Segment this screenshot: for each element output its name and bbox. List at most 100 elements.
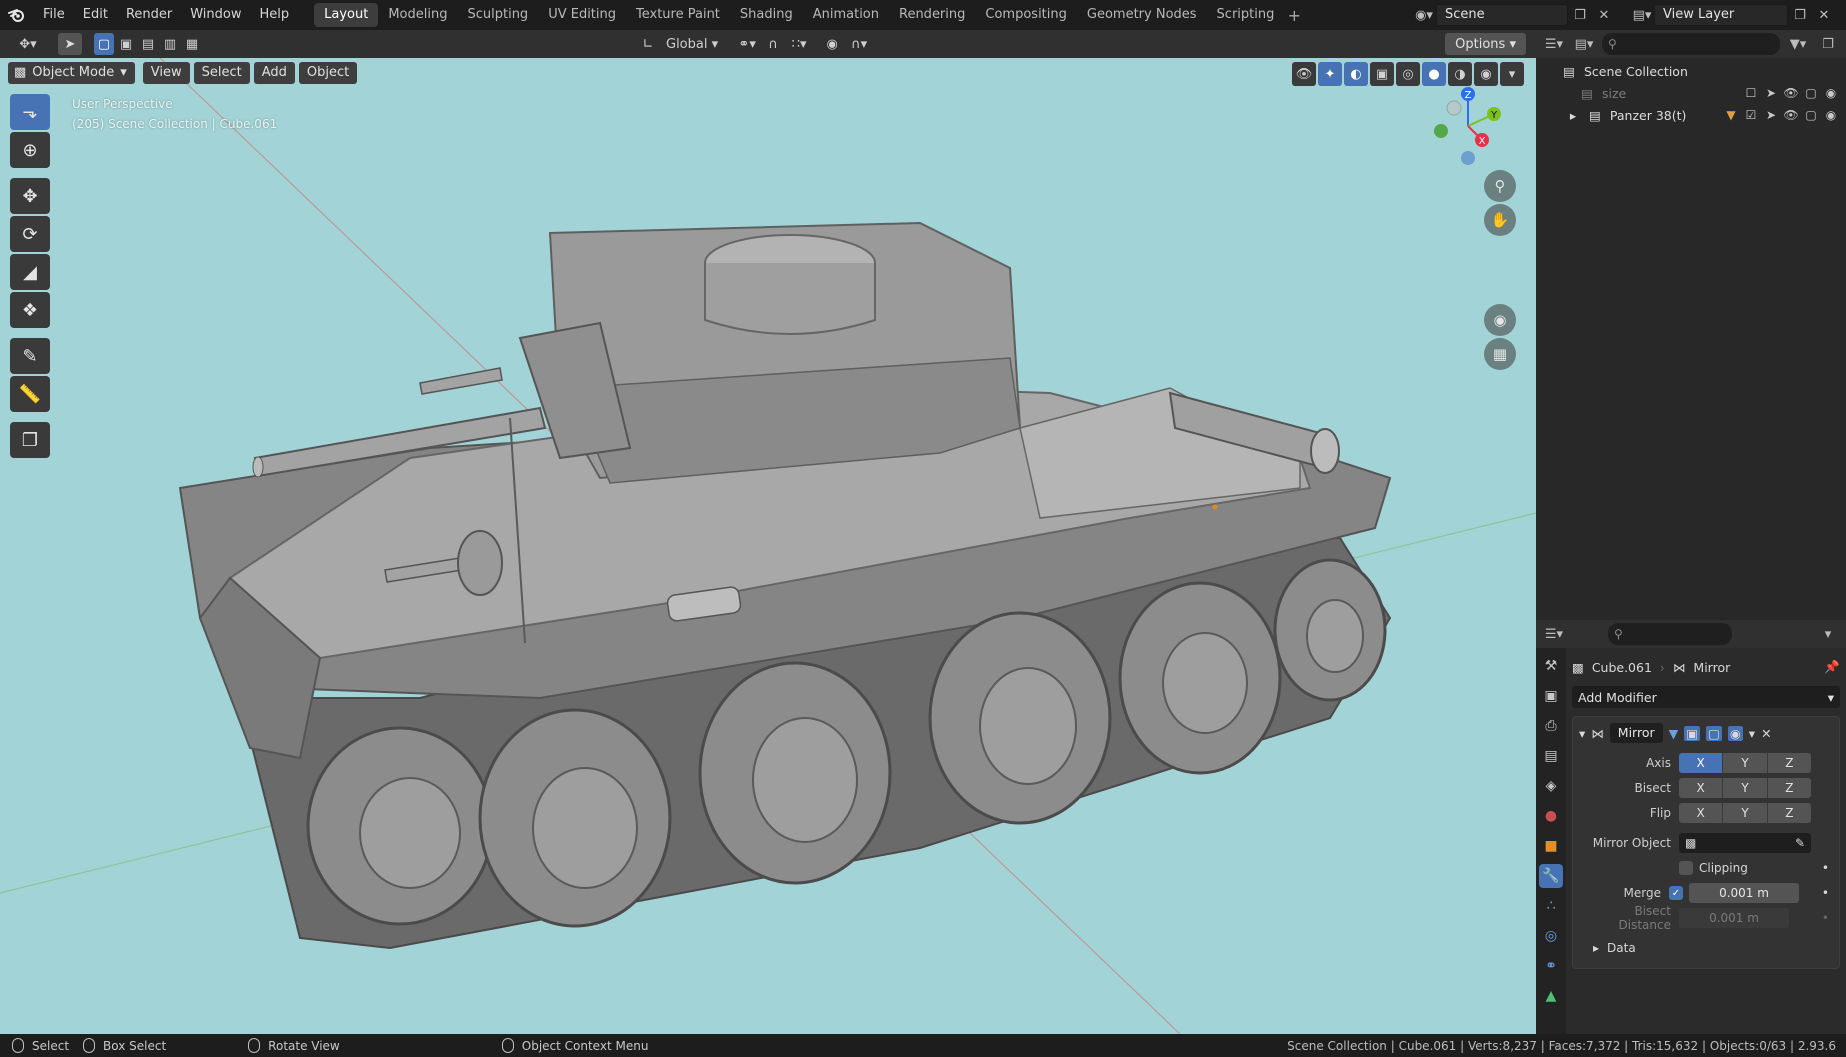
3d-viewport[interactable]: ▩ Object Mode ▾ View Select Add Object U… <box>0 58 1536 1034</box>
object-menu[interactable]: Object <box>298 62 358 84</box>
tab-geometry-nodes[interactable]: Geometry Nodes <box>1077 3 1207 27</box>
view-layer-tab-icon[interactable]: ▤ <box>1539 744 1563 768</box>
camera-icon[interactable]: ◉ <box>1824 86 1838 100</box>
view-menu[interactable]: View <box>142 62 190 84</box>
rendered-shading-icon[interactable]: ◉ <box>1474 62 1498 86</box>
data-subpanel-header[interactable]: ▸ Data <box>1579 936 1833 960</box>
render-tab-icon[interactable]: ▣ <box>1539 684 1563 708</box>
bisect-x-toggle[interactable]: X <box>1679 778 1724 798</box>
properties-options-icon[interactable]: ▾ <box>1816 623 1840 645</box>
outliner-item-size[interactable]: ▤ size ☐ ➤ 👁 ▢ ◉ <box>1536 82 1846 104</box>
xray-toggle-icon[interactable]: ▣ <box>1370 62 1394 86</box>
tab-sculpting[interactable]: Sculpting <box>457 3 538 27</box>
bisect-y-toggle[interactable]: Y <box>1723 778 1768 798</box>
keyframe-dot-icon[interactable]: • <box>1822 886 1829 900</box>
eyedropper-icon[interactable]: ✎ <box>1795 836 1805 850</box>
scene-name-field[interactable]: Scene <box>1436 4 1568 26</box>
add-menu[interactable]: Add <box>253 62 295 84</box>
transform-orientation-icon[interactable]: ∟ <box>634 33 662 55</box>
axis-z-toggle[interactable]: Z <box>1767 753 1811 773</box>
measure-tool-icon[interactable]: 📏 <box>10 376 50 412</box>
select-extend-icon[interactable]: ▣ <box>116 33 136 55</box>
edit-mode-toggle-icon[interactable]: ▼ <box>1669 726 1679 741</box>
snap-icon[interactable]: ∩ <box>762 33 784 55</box>
render-toggle-icon[interactable]: ◉ <box>1727 725 1743 741</box>
menu-file[interactable]: File <box>34 0 74 30</box>
scene-tab-icon[interactable]: ◈ <box>1539 774 1563 798</box>
select-menu[interactable]: Select <box>193 62 250 84</box>
selectable-arrow-icon[interactable]: ➤ <box>1764 86 1778 100</box>
particles-tab-icon[interactable]: ∴ <box>1539 894 1563 918</box>
delete-scene-icon[interactable]: ✕ <box>1592 4 1616 26</box>
camera-view-icon[interactable]: ◉ <box>1484 304 1516 336</box>
camera-icon[interactable]: ◉ <box>1824 108 1838 122</box>
visibility-icon[interactable]: 👁 <box>1292 62 1316 86</box>
view-layer-name-field[interactable]: View Layer <box>1654 4 1788 26</box>
editor-type-icon[interactable]: ✥▾ <box>8 33 48 55</box>
select-tool-icon[interactable]: ➤ <box>58 33 82 55</box>
constraints-tab-icon[interactable]: ⚭ <box>1539 954 1563 978</box>
view-layer-icon[interactable]: ▤▾ <box>1630 4 1654 26</box>
axis-y-toggle[interactable]: Y <box>1723 753 1768 773</box>
annotate-tool-icon[interactable]: ✎ <box>10 338 50 374</box>
delete-view-layer-icon[interactable]: ✕ <box>1812 4 1836 26</box>
zoom-icon[interactable]: ⚲ <box>1484 170 1516 202</box>
cage-toggle-icon[interactable]: ▣ <box>1684 725 1701 741</box>
select-subtract-icon[interactable]: ▤ <box>138 33 158 55</box>
select-intersect-icon[interactable]: ▦ <box>182 33 202 55</box>
scale-tool-icon[interactable]: ◢ <box>10 254 50 290</box>
blender-logo-icon[interactable] <box>0 0 34 30</box>
selectable-arrow-icon[interactable]: ➤ <box>1764 108 1778 122</box>
select-box-tool-icon[interactable]: ⬎ <box>10 94 50 130</box>
collapse-arrow-icon[interactable]: ▾ <box>1579 726 1585 741</box>
realtime-toggle-icon[interactable]: ▢ <box>1706 725 1722 741</box>
options-dropdown[interactable]: Options ▾ <box>1445 33 1526 55</box>
tab-animation[interactable]: Animation <box>803 3 889 27</box>
menu-window[interactable]: Window <box>181 0 250 30</box>
close-icon[interactable]: ✕ <box>1761 726 1771 741</box>
scene-collection-row[interactable]: ▤ Scene Collection <box>1536 60 1846 82</box>
transform-orientation-dropdown[interactable]: Global ▾ <box>662 33 722 55</box>
select-new-icon[interactable]: ▢ <box>94 33 114 55</box>
physics-tab-icon[interactable]: ◎ <box>1539 924 1563 948</box>
merge-checkbox[interactable]: ✓ <box>1669 886 1683 900</box>
outliner-search-input[interactable]: ⚲ <box>1602 33 1780 55</box>
scene-icon[interactable]: ◉▾ <box>1412 4 1436 26</box>
transform-tool-icon[interactable]: ❖ <box>10 292 50 328</box>
bisect-z-toggle[interactable]: Z <box>1767 778 1811 798</box>
tab-uv-editing[interactable]: UV Editing <box>538 3 626 27</box>
monitor-icon[interactable]: ▢ <box>1804 86 1818 100</box>
flip-x-toggle[interactable]: X <box>1679 803 1724 823</box>
select-difference-icon[interactable]: ▥ <box>160 33 180 55</box>
eye-icon[interactable]: 👁 <box>1783 108 1798 122</box>
keyframe-dot-icon[interactable]: • <box>1822 861 1829 875</box>
exclude-checkbox-icon[interactable]: ☐ <box>1744 86 1758 100</box>
tab-compositing[interactable]: Compositing <box>975 3 1077 27</box>
mirror-object-field[interactable]: ▩ ✎ <box>1679 833 1811 853</box>
pan-hand-icon[interactable]: ✋ <box>1484 204 1516 236</box>
merge-distance-field[interactable]: 0.001 m <box>1689 883 1799 903</box>
perspective-grid-icon[interactable]: ▦ <box>1484 338 1516 370</box>
rotate-tool-icon[interactable]: ⟳ <box>10 216 50 252</box>
properties-editor-icon[interactable]: ☰▾ <box>1542 623 1566 645</box>
menu-render[interactable]: Render <box>117 0 181 30</box>
add-cube-tool-icon[interactable]: ❐ <box>10 422 50 458</box>
tool-tab-icon[interactable]: ⚒ <box>1539 654 1563 678</box>
solid-shading-icon[interactable]: ● <box>1422 62 1446 86</box>
menu-help[interactable]: Help <box>251 0 299 30</box>
move-tool-icon[interactable]: ✥ <box>10 178 50 214</box>
object-mode-dropdown[interactable]: ▩ Object Mode ▾ <box>8 62 135 84</box>
modifier-menu-icon[interactable]: ▾ <box>1749 726 1755 741</box>
outliner-editor-icon[interactable]: ☰▾ <box>1542 33 1566 55</box>
monitor-icon[interactable]: ▢ <box>1804 108 1818 122</box>
navigation-gizmo[interactable]: Z Y X ⚲ ✋ <box>1418 86 1528 246</box>
tab-rendering[interactable]: Rendering <box>889 3 975 27</box>
cursor-tool-icon[interactable]: ⊕ <box>10 132 50 168</box>
filter-icon[interactable]: ▼▾ <box>1786 33 1810 55</box>
output-tab-icon[interactable]: ⎙ <box>1539 714 1563 738</box>
flip-z-toggle[interactable]: Z <box>1767 803 1811 823</box>
falloff-icon[interactable]: ∩▾ <box>844 33 874 55</box>
tank-model[interactable] <box>0 58 1536 1034</box>
tab-shading[interactable]: Shading <box>730 3 803 27</box>
object-tab-icon[interactable]: ■ <box>1539 834 1563 858</box>
